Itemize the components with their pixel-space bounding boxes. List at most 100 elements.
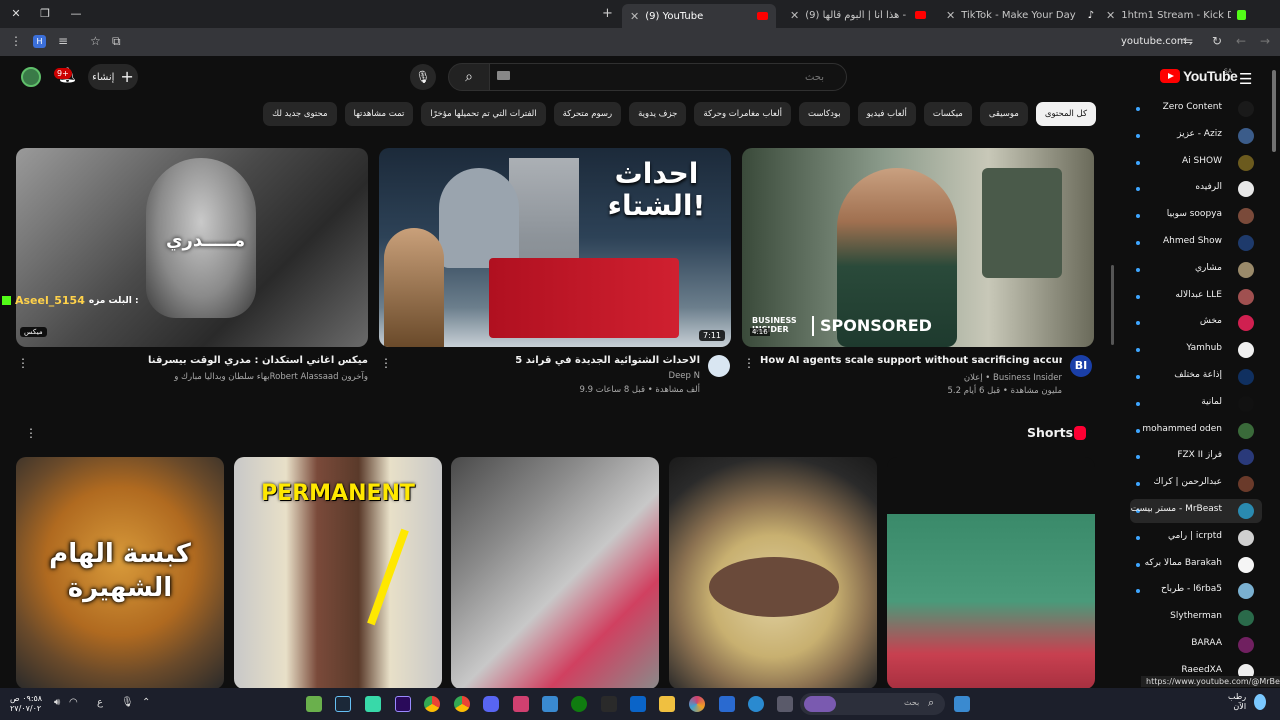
short-kabsa[interactable]: كبسة الهام الشهيرة [16,457,224,689]
subscription-item[interactable]: عبدالرحمن | كراك [1130,472,1262,496]
discord-icon[interactable] [483,696,499,712]
subscription-item[interactable]: Slytherman [1130,606,1262,630]
tab-youtube[interactable]: ✕ (9) YouTube [622,4,776,28]
channel-avatar-deep-n[interactable] [708,355,730,377]
steam-icon[interactable] [335,696,351,712]
short-mansaf[interactable] [669,457,877,689]
channel-avatar-business-insider[interactable]: BI [1070,355,1092,377]
menu-dots-icon[interactable]: ⋮ [10,34,22,48]
account-avatar[interactable] [21,67,41,87]
video-thumbnail-gta[interactable]: احداث الشتاء! 7:11 [379,148,731,347]
epic-icon[interactable] [601,696,617,712]
page-scrollbar[interactable] [1270,60,1278,688]
subscription-item[interactable]: عزيز - Aziz [1130,124,1262,148]
subscription-item[interactable]: رامي | icrptd [1130,526,1262,550]
chip-music[interactable]: موسيقى [979,102,1028,126]
minecraft-icon[interactable] [306,696,322,712]
subscription-item[interactable]: مخش [1130,311,1262,335]
chip-mixes[interactable]: ميكسات [923,102,972,126]
video-menu-icon[interactable]: ⋮ [380,357,392,369]
app-icon[interactable] [365,696,381,712]
video-menu-icon[interactable]: ⋮ [17,357,29,369]
subscription-item[interactable]: Ai SHOW [1130,151,1262,175]
outlook-icon[interactable] [630,696,646,712]
chip-watched[interactable]: تمت مشاهدتها [344,102,414,126]
restore-window-icon[interactable]: ❐ [37,6,53,22]
short-permanent[interactable]: PERMANENT [234,457,442,689]
weather-widget[interactable]: رطب الآن [1228,692,1246,712]
reload-icon[interactable]: ↻ [1212,34,1222,48]
chrome-icon[interactable] [424,696,440,712]
subscription-item[interactable]: مشاري [1130,258,1262,282]
video-channel[interactable]: إعلان • Business Insider [760,373,1062,383]
chip-podcasts[interactable]: بودكاست [798,102,850,126]
subscription-item[interactable]: لمانية [1130,392,1262,416]
subscription-item[interactable]: Zero Content [1130,97,1262,121]
tab-kick[interactable]: ✕ 1htm1 Stream - Kick Dashboard [1098,4,1254,26]
guide-menu-icon[interactable]: ☰ [1239,70,1253,88]
video-channel[interactable]: بهاء سلطان وبداليا مبارك وRobert Alassaa… [60,372,368,382]
reading-list-icon[interactable]: ≡ [58,34,68,48]
subscription-item[interactable]: الرفيده [1130,177,1262,201]
chip-recently-uploaded[interactable]: الفترات التي تم تحميلها مؤخرًا [421,102,546,126]
search-input[interactable] [489,63,847,91]
close-tab-icon[interactable]: ✕ [946,9,955,22]
tab-tiktok[interactable]: ✕ TikTok - Make Your Day ♪ [938,4,1094,26]
chip-new-to-you[interactable]: محتوى جديد لك [263,102,337,126]
tray-overflow-chevron-icon[interactable]: ⌃ [142,697,150,708]
chip-action-adventure-games[interactable]: ألعاب مغامرات وحركة [694,102,791,126]
video-title[interactable]: How AI agents scale support without sacr… [760,355,1062,366]
voice-search-mic-icon[interactable]: 🎙︎ [410,64,436,90]
input-language[interactable]: ع [97,697,103,708]
video-thumbnail-mix[interactable]: مـــــدري ميكس [16,148,368,347]
copilot-icon[interactable] [689,696,705,712]
new-tab-button[interactable]: + [602,6,613,21]
chrome-icon[interactable] [454,696,470,712]
video-thumbnail-ad[interactable]: BUSINESS INSIDER SPONSORED 4:16 [742,148,1094,347]
windows-start-icon[interactable] [954,696,970,712]
subscription-item[interactable]: سوبيا soopya [1130,204,1262,228]
taskbar-clock[interactable]: ٠٩:٥٨ ص ٢٧/٠٧/٠٢ [10,694,42,714]
wifi-icon[interactable]: ◠ [69,697,78,708]
edge-icon[interactable] [748,696,764,712]
video-title[interactable]: الاحداث الشتوائية الجديدة في قراند 5 [400,355,700,366]
video-menu-icon[interactable]: ⋮ [743,357,755,369]
close-tab-icon[interactable]: ✕ [630,10,639,23]
close-window-icon[interactable]: ✕ [8,6,24,22]
subscription-item[interactable]: عبدالاله LLE [1130,285,1262,309]
subscription-item[interactable]: مستر بيست - MrBeast [1130,499,1262,523]
subscription-item[interactable]: FZX II فراز [1130,445,1262,469]
mic-tray-icon[interactable]: 🎙︎ [121,697,134,708]
keyboard-icon[interactable] [497,71,510,80]
tool-icon[interactable] [513,696,529,712]
subscription-item[interactable]: mohammed oden [1130,419,1262,443]
extension-icon[interactable]: H [33,35,46,48]
close-tab-icon[interactable]: ✕ [1106,9,1115,22]
forward-icon[interactable]: ← [1236,34,1246,48]
chip-animation[interactable]: رسوم متحركة [553,102,622,126]
chip-all[interactable]: كل المحتوى [1035,102,1096,126]
volume-icon[interactable]: 🔊︎ [54,697,60,708]
video-channel[interactable]: Deep N [400,371,700,381]
close-tab-icon[interactable]: ✕ [790,9,799,22]
video-title[interactable]: ميكس اغاني استكدان : مدري الوقت بيسرقنا [60,355,368,366]
chip-video-games[interactable]: ألعاب فيديو [857,102,916,126]
short-knife[interactable] [451,457,659,689]
minimize-window-icon[interactable]: — [68,6,84,22]
site-settings-icon[interactable]: ⇋ [1183,34,1193,48]
content-scrollbar[interactable] [1111,265,1114,345]
subscription-item[interactable]: Yamhub [1130,338,1262,362]
shorts-menu-icon[interactable]: ⋮ [25,427,37,439]
tab-youtube-song[interactable]: ✕ (9) ذكرى - هذا أنا | ألبوم قالها [782,4,934,26]
app-icon[interactable] [542,696,558,712]
subscription-item[interactable]: Ahmed Show [1130,231,1262,255]
share-icon[interactable]: ⧉ [112,34,121,49]
short-cartoon[interactable] [887,457,1095,689]
scroll-thumb[interactable] [1272,70,1276,152]
subscription-item[interactable]: ممالا بركه Barakah [1130,553,1262,577]
file-explorer-icon[interactable] [659,696,675,712]
store-icon[interactable] [719,696,735,712]
url-field[interactable]: youtube.com [1121,36,1187,47]
task-view-icon[interactable] [777,696,793,712]
xbox-icon[interactable] [571,696,587,712]
